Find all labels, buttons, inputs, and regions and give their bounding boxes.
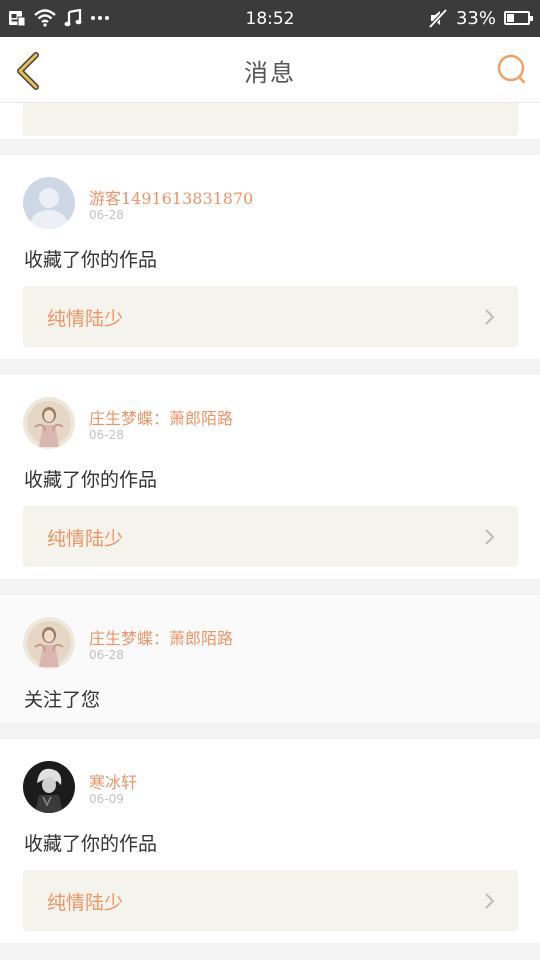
illustrated-avatar-icon — [23, 617, 75, 669]
illustrated-avatar-icon — [23, 397, 75, 449]
battery-icon — [504, 11, 533, 25]
battery-percent: 33% — [455, 7, 496, 29]
username[interactable]: 游客1491613831870 — [89, 185, 253, 209]
mute-icon — [428, 8, 448, 28]
message-date: 06-28 — [89, 428, 124, 442]
chevron-right-icon — [485, 529, 495, 545]
message-date: 06-28 — [89, 648, 124, 662]
username[interactable]: 庄生梦蝶：萧郎陌路 — [89, 625, 233, 649]
message-action: 收藏了你的作品 — [24, 249, 158, 271]
username[interactable]: 庄生梦蝶：萧郎陌路 — [89, 405, 233, 429]
avatar[interactable] — [23, 617, 75, 669]
work-title: 纯情陆少 — [47, 308, 124, 330]
avatar[interactable] — [23, 397, 75, 449]
status-bar-right: 33% — [428, 6, 533, 30]
message-action: 关注了您 — [24, 689, 101, 711]
message-action: 收藏了你的作品 — [24, 469, 158, 491]
avatar[interactable] — [23, 177, 75, 229]
work-link[interactable]: 纯情陆少 — [23, 286, 518, 347]
message-card: 庄生梦蝶：萧郎陌路 06-28 关注了您 — [0, 595, 540, 723]
status-bar: 18:52 33% — [0, 0, 540, 37]
avatar[interactable] — [23, 761, 75, 813]
message-list[interactable]: 游客1491613831870 06-28 收藏了你的作品 纯情陆少 庄生梦蝶：… — [0, 103, 540, 960]
chevron-right-icon — [485, 893, 495, 909]
message-date: 06-28 — [89, 208, 124, 222]
message-action: 收藏了你的作品 — [24, 833, 158, 855]
work-title: 纯情陆少 — [47, 892, 124, 914]
chevron-right-icon — [485, 309, 495, 325]
message-card: 游客1491613831870 06-28 收藏了你的作品 纯情陆少 — [0, 155, 540, 359]
work-link-partial[interactable] — [23, 103, 518, 136]
header: 消息 — [0, 37, 540, 103]
work-title: 纯情陆少 — [47, 528, 124, 550]
message-date: 06-09 — [89, 792, 124, 806]
message-card: 庄生梦蝶：萧郎陌路 06-28 收藏了你的作品 纯情陆少 — [0, 375, 540, 579]
page-title: 消息 — [244, 59, 296, 87]
work-link[interactable]: 纯情陆少 — [23, 870, 518, 931]
work-link[interactable]: 纯情陆少 — [23, 506, 518, 567]
message-card-partial — [0, 103, 540, 139]
default-avatar-icon — [23, 177, 75, 229]
search-icon — [497, 54, 526, 84]
message-card: 寒冰轩 06-09 收藏了你的作品 纯情陆少 — [0, 739, 540, 943]
dark-portrait-avatar-icon — [23, 761, 75, 813]
username[interactable]: 寒冰轩 — [89, 769, 137, 793]
search-button[interactable] — [496, 53, 528, 85]
